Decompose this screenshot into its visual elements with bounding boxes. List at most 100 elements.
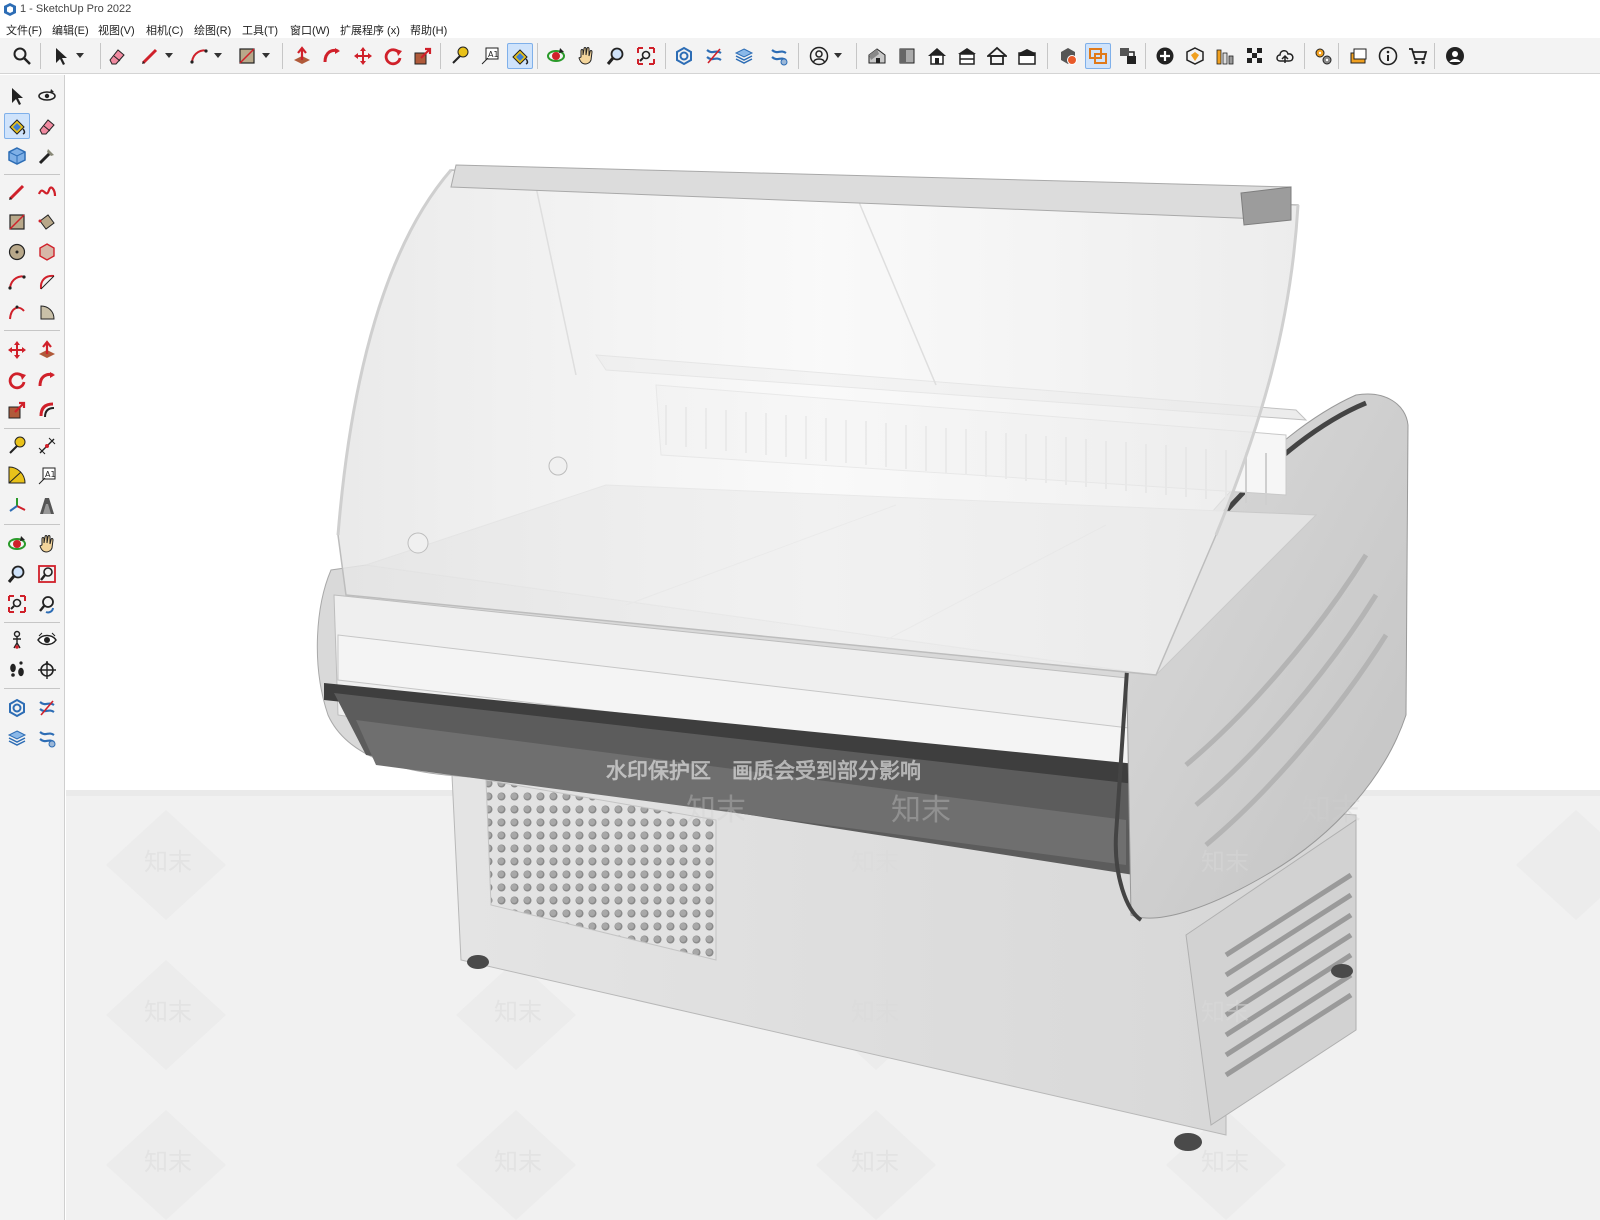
toolbar-warehouse-c-button[interactable] [731,43,757,69]
left-tool-position-camera-button[interactable] [4,627,30,653]
menu-help[interactable]: 帮助(H) [410,22,447,38]
toolbar-zoom-extents-button[interactable] [633,43,659,69]
toolbar-account-button[interactable] [806,43,832,69]
left-tool-rotated-rectangle-button[interactable] [34,209,60,235]
left-tool-circle-button[interactable] [4,239,30,265]
toolbar-push-pull-button[interactable] [289,43,315,69]
left-tool-warehouse-c-button[interactable] [4,725,30,751]
left-tool-walk-button[interactable] [4,657,30,683]
left-tool-section-button[interactable] [34,657,60,683]
left-tool-text-button[interactable]: A1 [34,463,60,489]
menu-view[interactable]: 视图(V) [98,22,135,38]
toolbar-warehouse-b-button[interactable] [701,43,727,69]
toolbar-profile-button[interactable] [1442,43,1468,69]
left-tool-zoom-extents-button[interactable] [4,591,30,617]
toolbar-view-front-button[interactable] [924,43,950,69]
left-tool-polygon-button[interactable] [34,239,60,265]
toolbar-view-iso-button[interactable] [864,43,890,69]
toolbar-line-button[interactable] [137,43,163,69]
toolbar-text-button[interactable]: A1 [477,43,503,69]
model-viewport[interactable]: 水印保护区 画质会受到部分影响 知末 知末 知末 知末 知末 知末 知末 知末 … [66,75,1600,1220]
menu-file[interactable]: 文件(F) [6,22,42,38]
toolbar-view-right-button[interactable] [954,43,980,69]
toolbar-photo-textures-button[interactable] [1182,43,1208,69]
toolbar-solid-outer-button[interactable] [1055,43,1081,69]
left-tool-pie-button[interactable] [34,299,60,325]
toolbar-info-button[interactable] [1375,43,1401,69]
toolbar-arc-dropdown[interactable] [213,43,223,69]
toolbar-line-dropdown[interactable] [164,43,174,69]
toolbar-rectangle-dropdown[interactable] [261,43,271,69]
toolbar-paint-bucket-button[interactable] [507,43,533,69]
left-tool-tape-measure-button[interactable] [4,433,30,459]
toolbar-cloud-button[interactable] [1272,43,1298,69]
left-tool-paint-button[interactable] [4,113,30,139]
left-tool-rectangle-button[interactable] [4,209,30,235]
toolbar-select-dropdown[interactable] [75,43,85,69]
left-tool-dimension-button[interactable] [34,433,60,459]
left-tool-look-around-button[interactable] [34,627,60,653]
toolbar-select-button[interactable] [48,43,74,69]
left-tool-orbit-select-button[interactable] [34,83,60,109]
left-tool-orbit-button[interactable] [4,531,30,557]
toolbar-move-button[interactable] [350,43,376,69]
toolbar-rotate-button[interactable] [380,43,406,69]
left-tool-component-button[interactable] [4,143,30,169]
left-tool-warehouse-a-button[interactable] [4,695,30,721]
toolbar-add-location-button[interactable] [1152,43,1178,69]
left-tool-line-button[interactable] [4,179,30,205]
left-tool-pan-button[interactable] [34,531,60,557]
toolbar-extension-manager-button[interactable] [1310,43,1336,69]
left-tool-eraser-button[interactable] [34,113,60,139]
left-tool-push-pull-button[interactable] [34,337,60,363]
toolbar-zoom-button[interactable] [603,43,629,69]
left-tool-warehouse-d-button[interactable] [34,725,60,751]
toolbar-follow-me-button[interactable] [319,43,345,69]
menu-extensions[interactable]: 扩展程序 (x) [340,22,400,38]
left-tool-3d-text-button[interactable] [34,493,60,519]
toolbar-section-display-button[interactable] [1115,43,1141,69]
toolbar-rectangle-button[interactable] [234,43,260,69]
left-tool-arc-3pt-button[interactable] [4,299,30,325]
left-tool-zoom-button[interactable] [4,561,30,587]
left-tool-offset-button[interactable] [34,397,60,423]
left-tool-previous-button[interactable] [34,591,60,617]
toolbar-scale-button[interactable] [410,43,436,69]
toolbar-view-back-button[interactable] [984,43,1010,69]
toolbar-view-top-button[interactable] [894,43,920,69]
left-tool-rotate-button[interactable] [4,367,30,393]
toolbar-zoom-window-button[interactable] [9,43,35,69]
left-tool-axes-button[interactable] [4,493,30,519]
menu-edit[interactable]: 编辑(E) [52,22,89,38]
left-tool-scale-button[interactable] [4,397,30,423]
menu-draw[interactable]: 绘图(R) [194,22,231,38]
toolbar-warehouse-d-button[interactable] [766,43,792,69]
toolbar-view-left-button[interactable] [1014,43,1040,69]
model-canvas[interactable]: 水印保护区 画质会受到部分影响 知末 知末 知末 知末 知末 知末 知末 知末 … [66,75,1600,1220]
left-tool-follow-me-button[interactable] [34,367,60,393]
toolbar-account-dropdown[interactable] [833,43,843,69]
toolbar-tape-measure-button[interactable] [447,43,473,69]
left-tool-warehouse-b-button[interactable] [34,695,60,721]
toolbar-eraser-button[interactable] [104,43,130,69]
toolbar-building-maker-button[interactable] [1212,43,1238,69]
left-tool-zoom-window-button[interactable] [34,561,60,587]
toolbar-arc-button[interactable] [186,43,212,69]
toolbar-orbit-button[interactable] [543,43,569,69]
menu-tools[interactable]: 工具(T) [242,22,278,38]
left-tool-arc-2pt-button[interactable] [34,269,60,295]
left-tool-arc-button[interactable] [4,269,30,295]
left-tool-move-button[interactable] [4,337,30,363]
menu-camera[interactable]: 相机(C) [146,22,183,38]
toolbar-sidebar-toggle-button[interactable] [1345,43,1371,69]
left-tool-freehand-button[interactable] [34,179,60,205]
menu-window[interactable]: 窗口(W) [290,22,330,38]
toolbar-warehouse-a-button[interactable] [671,43,697,69]
left-tool-select-button[interactable] [4,83,30,109]
left-tool-sample-button[interactable] [34,143,60,169]
toolbar-section-plane-button[interactable] [1085,43,1111,69]
left-tool-protractor-button[interactable] [4,463,30,489]
toolbar-store-button[interactable] [1405,43,1431,69]
toolbar-pan-button[interactable] [573,43,599,69]
toolbar-checker-button[interactable] [1242,43,1268,69]
